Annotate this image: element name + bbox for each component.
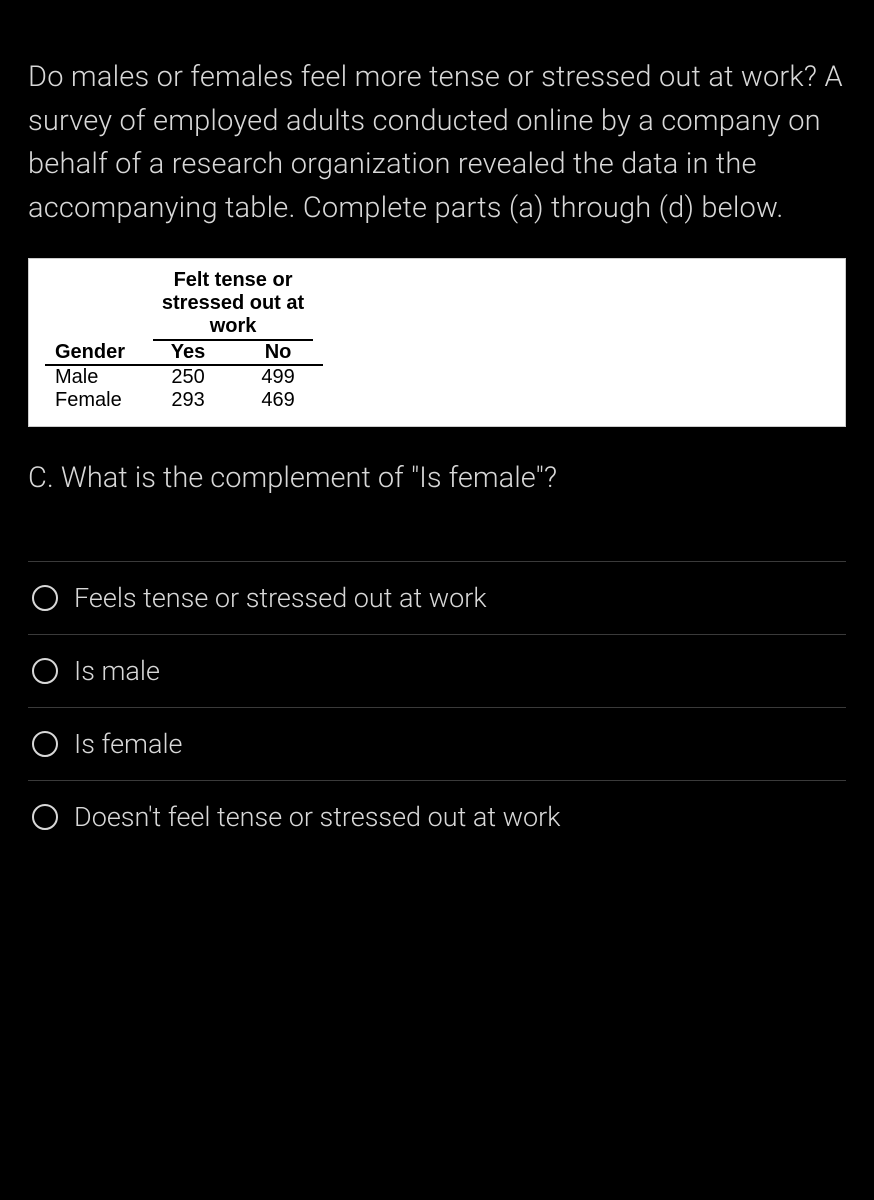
table-cell: 250: [143, 365, 233, 389]
option-row[interactable]: Is female: [28, 707, 846, 780]
radio-icon: [32, 585, 58, 611]
table-cell: 469: [233, 389, 323, 412]
option-row[interactable]: Feels tense or stressed out at work: [28, 561, 846, 634]
table-row-label: Female: [45, 389, 143, 412]
radio-icon: [32, 731, 58, 757]
option-label: Is male: [74, 655, 160, 687]
table-row-label: Male: [45, 365, 143, 389]
data-table-container: Felt tense or stressed out at work Gende…: [28, 258, 846, 427]
table-col-yes: Yes: [143, 341, 233, 365]
options-list: Feels tense or stressed out at work Is m…: [28, 561, 846, 853]
table-row-header: Gender: [45, 341, 143, 365]
table-super-header: Felt tense or stressed out at work: [143, 269, 323, 341]
option-row[interactable]: Doesn't feel tense or stressed out at wo…: [28, 780, 846, 853]
option-label: Feels tense or stressed out at work: [74, 582, 487, 614]
table-cell: 293: [143, 389, 233, 412]
table-col-no: No: [233, 341, 323, 365]
radio-icon: [32, 658, 58, 684]
radio-icon: [32, 804, 58, 830]
option-label: Doesn't feel tense or stressed out at wo…: [74, 801, 560, 833]
table-cell: 499: [233, 365, 323, 389]
part-question: C. What is the complement of "Is female"…: [28, 457, 846, 501]
option-label: Is female: [74, 728, 183, 760]
option-row[interactable]: Is male: [28, 634, 846, 707]
question-text: Do males or females feel more tense or s…: [28, 56, 846, 230]
data-table: Felt tense or stressed out at work Gende…: [45, 269, 323, 412]
